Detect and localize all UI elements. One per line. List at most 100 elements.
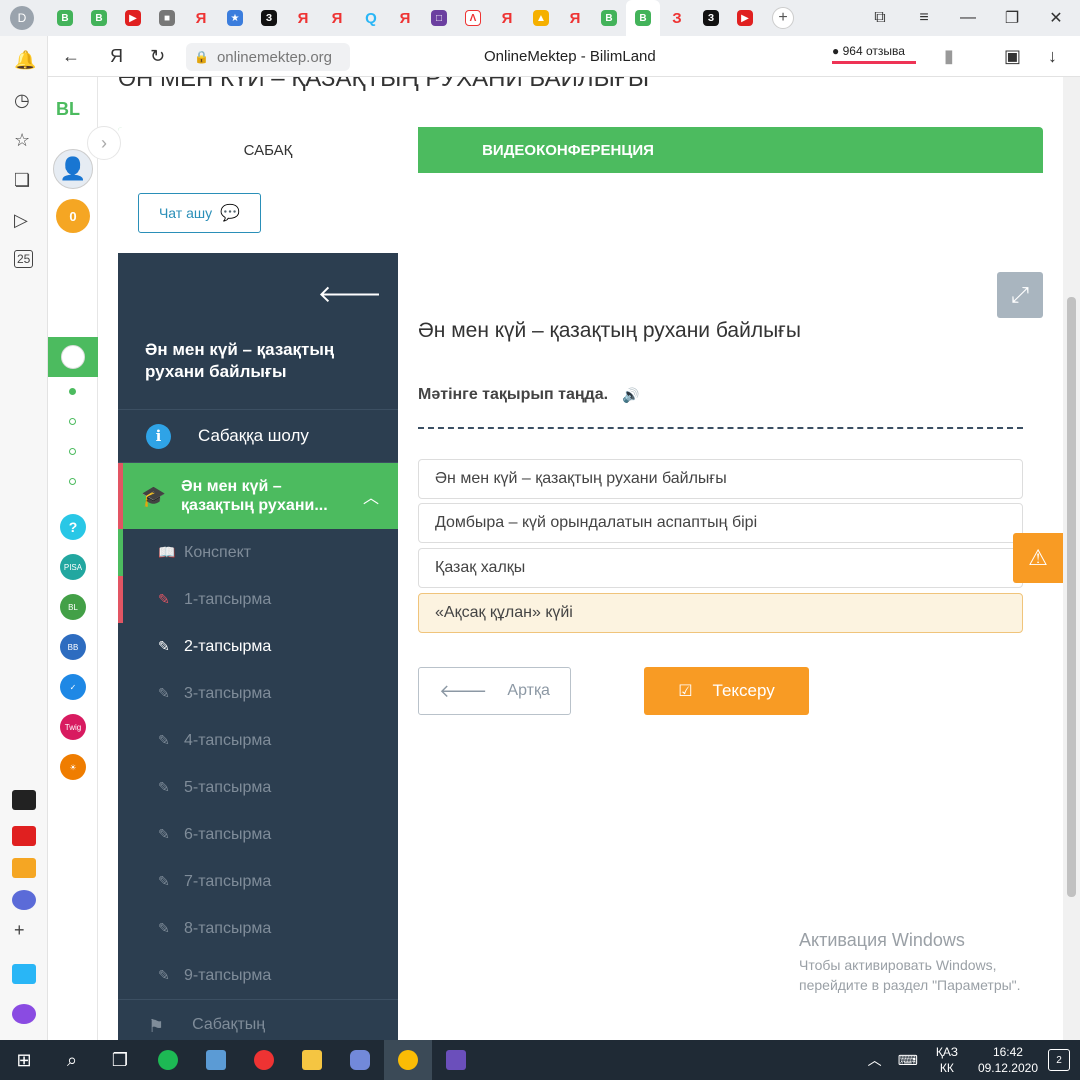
mail-app-icon[interactable] xyxy=(12,858,36,878)
tab-videoconference[interactable]: ВИДЕОКОНФЕРЕНЦИЯ xyxy=(418,127,718,173)
tray-chevron-up-icon[interactable]: ︿ xyxy=(868,1050,882,1070)
scrollbar-thumb[interactable] xyxy=(1067,297,1076,897)
sidebar-item-task-9[interactable]: ✎ 9-тапсырма xyxy=(118,952,398,999)
calendar-icon[interactable]: 25 xyxy=(14,250,34,268)
twig-app-icon[interactable]: Twig xyxy=(60,714,86,740)
sidebar-item-final[interactable]: ⚑ Сабақтың xyxy=(118,999,398,1040)
close-icon[interactable]: ✕ xyxy=(1034,0,1078,36)
nav-dot[interactable] xyxy=(69,478,76,485)
browser-tab[interactable]: B xyxy=(48,0,82,36)
report-warning-icon[interactable]: ⚠ xyxy=(1013,533,1063,583)
help-icon[interactable]: ? xyxy=(60,514,86,540)
bilimbook-app-icon[interactable]: BB xyxy=(60,634,86,660)
back-arrow-icon[interactable]: ← xyxy=(62,46,80,67)
file-explorer-app-icon[interactable] xyxy=(288,1040,336,1080)
browser-tab[interactable]: З xyxy=(694,0,728,36)
open-chat-button[interactable]: Чат ашу 💬 xyxy=(138,193,261,233)
chrome-app-icon[interactable] xyxy=(384,1040,432,1080)
browser-tab[interactable]: ▶ xyxy=(728,0,762,36)
chevron-up-icon[interactable]: ︿ xyxy=(363,484,379,508)
sidebar-item-task-6[interactable]: ✎ 6-тапсырма xyxy=(118,811,398,858)
user-avatar[interactable]: 👤 xyxy=(53,149,93,189)
sidebar-item-task-5[interactable]: ✎ 5-тапсырма xyxy=(118,764,398,811)
test-app-icon[interactable]: ✓ xyxy=(60,674,86,700)
sidebar-item-konspekt[interactable]: 📖 Конспект xyxy=(118,529,398,576)
play-icon[interactable]: ▷ xyxy=(14,210,28,231)
extensions-icon[interactable]: ▣ xyxy=(1004,46,1021,67)
answer-option[interactable]: Ән мен күй – қазақтың рухани байлығы xyxy=(418,459,1023,499)
page-scrollbar[interactable] xyxy=(1063,77,1080,1040)
profile-avatar[interactable]: D xyxy=(10,6,34,30)
speaker-icon[interactable]: 🔊 xyxy=(622,387,639,404)
browser-tab[interactable]: З xyxy=(252,0,286,36)
download-icon[interactable]: ↓ xyxy=(1048,46,1057,67)
answer-option[interactable]: Домбыра – күй орындалатын аспаптың бірі xyxy=(418,503,1023,543)
task-view-icon[interactable]: ❐ xyxy=(96,1040,144,1080)
s-app-icon[interactable] xyxy=(432,1040,480,1080)
spotify-app-icon[interactable] xyxy=(144,1040,192,1080)
bookmark-icon[interactable]: ▮ xyxy=(944,46,954,67)
browser-tab[interactable]: ■ xyxy=(150,0,184,36)
language-indicator[interactable]: ҚАЗ КК xyxy=(936,1044,958,1076)
browser-tab-active[interactable]: B xyxy=(626,0,660,36)
history-icon[interactable]: ◷ xyxy=(14,90,30,111)
browser-tab[interactable]: Я xyxy=(388,0,422,36)
star-icon[interactable]: ☆ xyxy=(14,130,30,151)
browser-tab[interactable]: ★ xyxy=(218,0,252,36)
browser-tab[interactable]: Я xyxy=(490,0,524,36)
nav-dot[interactable] xyxy=(69,448,76,455)
onlinemektep-item[interactable] xyxy=(48,337,98,377)
sidebar-item-task-4[interactable]: ✎ 4-тапсырма xyxy=(118,717,398,764)
mektep-app-icon[interactable]: ☀ xyxy=(60,754,86,780)
bilimland-app-icon[interactable]: BL xyxy=(60,594,86,620)
browser-tab[interactable]: Я xyxy=(286,0,320,36)
collections-icon[interactable]: ❏ xyxy=(14,170,30,191)
browser-tab[interactable]: B xyxy=(82,0,116,36)
browser-tab[interactable]: Q xyxy=(354,0,388,36)
browser-tab[interactable]: ▲ xyxy=(524,0,558,36)
nav-dot[interactable] xyxy=(69,388,76,395)
sidebar-item-task-2[interactable]: ✎ 2-тапсырма xyxy=(118,623,398,670)
send-app-icon[interactable] xyxy=(12,964,36,984)
bookmarks-icon[interactable]: ⧉ xyxy=(858,0,902,36)
browser-tab[interactable]: ▶ xyxy=(116,0,150,36)
new-tab-button[interactable]: + xyxy=(772,7,794,29)
messenger-app-icon[interactable] xyxy=(12,890,36,910)
browser-tab[interactable]: □ xyxy=(422,0,456,36)
browser-tab[interactable]: Я xyxy=(320,0,354,36)
notification-center-icon[interactable]: 2 xyxy=(1048,1049,1070,1071)
sidebar-item-task-1[interactable]: ✎ 1-тапсырма xyxy=(118,576,398,623)
nav-dot[interactable] xyxy=(69,418,76,425)
bl-logo[interactable]: BL xyxy=(56,99,80,120)
fullscreen-expand-icon[interactable]: ⤢ xyxy=(997,272,1043,318)
sidebar-item-task-8[interactable]: ✎ 8-тапсырма xyxy=(118,905,398,952)
menu-icon[interactable]: ≡ xyxy=(902,0,946,36)
check-button[interactable]: ☑ Тексеру xyxy=(644,667,809,715)
browser-tab[interactable]: Я xyxy=(558,0,592,36)
collapse-sidebar-arrow-icon[interactable]: 🡐 xyxy=(318,279,382,309)
sidebar-item-task-3[interactable]: ✎ 3-тапсырма xyxy=(118,670,398,717)
alice-voice-icon[interactable] xyxy=(12,1004,36,1024)
rail-collapse-toggle[interactable]: › xyxy=(87,126,121,160)
browser-tab[interactable]: Λ xyxy=(456,0,490,36)
sidebar-item-active-lesson[interactable]: 🎓 Ән мен күй – қазақтың рухани... ︿ xyxy=(118,463,398,529)
alice-app-icon[interactable] xyxy=(12,790,36,810)
keyboard-icon[interactable]: ⌨ xyxy=(898,1052,918,1069)
tab-lesson[interactable]: САБАҚ xyxy=(118,127,418,173)
restore-icon[interactable]: ❐ xyxy=(990,0,1034,36)
youtube-app-icon[interactable] xyxy=(12,826,36,846)
points-badge[interactable]: 0 xyxy=(56,199,90,233)
back-button[interactable]: 🡐 Артқа xyxy=(418,667,571,715)
windows-start-icon[interactable]: ⊞ xyxy=(0,1040,48,1080)
bell-icon[interactable]: 🔔 xyxy=(14,50,36,71)
pisa-app-icon[interactable]: PISA xyxy=(60,554,86,580)
browser-tab[interactable]: B xyxy=(592,0,626,36)
answer-option-selected[interactable]: «Ақсақ құлан» күйі xyxy=(418,593,1023,633)
paint-app-icon[interactable] xyxy=(192,1040,240,1080)
reload-icon[interactable]: ↻ xyxy=(150,46,165,67)
search-icon[interactable]: ⌕ xyxy=(48,1040,96,1080)
discord-app-icon[interactable] xyxy=(336,1040,384,1080)
clock[interactable]: 16:42 09.12.2020 xyxy=(978,1044,1038,1076)
yandex-browser-app-icon[interactable] xyxy=(240,1040,288,1080)
add-icon[interactable]: + xyxy=(14,920,25,941)
